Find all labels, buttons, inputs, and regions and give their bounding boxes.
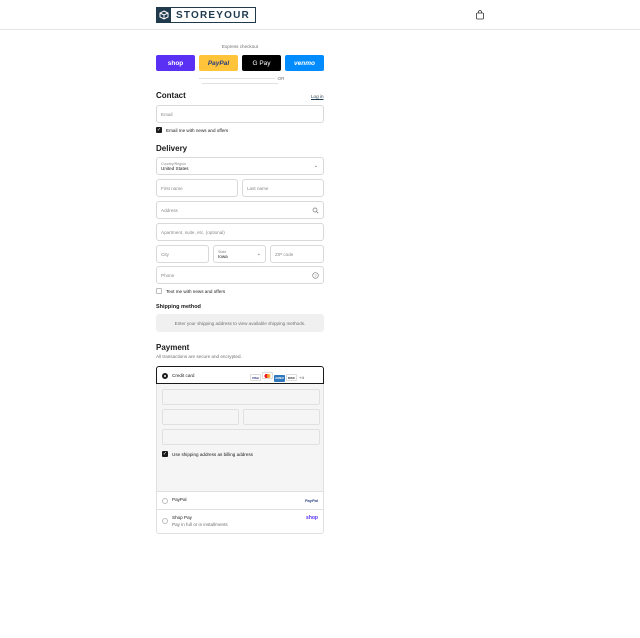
- chevron-down-icon: ⌄: [256, 251, 261, 257]
- credit-card-option[interactable]: Credit card VISA AMEX DISC +4: [156, 366, 324, 384]
- paypal-option[interactable]: PayPal PayPal: [156, 492, 324, 510]
- phone-field[interactable]: Phone ?: [156, 266, 324, 284]
- shoppay-option-label: Shop Pay: [172, 515, 192, 520]
- contact-heading: Contact: [156, 91, 186, 100]
- zip-field[interactable]: ZIP code: [270, 245, 324, 263]
- shoppay-option[interactable]: Shop Pay Pay in full or in installments …: [156, 510, 324, 534]
- svg-text:?: ?: [314, 273, 317, 278]
- delivery-heading: Delivery: [156, 144, 188, 153]
- text-checkbox-row[interactable]: Text me with news and offers: [156, 288, 225, 294]
- last-name-field[interactable]: Last name: [242, 179, 324, 197]
- shoppay-logo: shop: [306, 515, 318, 521]
- shipping-method-heading: Shipping method: [156, 304, 201, 310]
- card-form-panel: ✓ Use shipping address as billing addres…: [156, 384, 324, 492]
- brand-name: STOREYOUR: [176, 9, 250, 21]
- email-field[interactable]: Email: [156, 105, 324, 123]
- card-name-field[interactable]: [162, 429, 320, 445]
- or-divider: OR: [156, 76, 324, 86]
- state-select[interactable]: State Iowa ⌄: [213, 245, 266, 263]
- news-label: Email me with news and offers: [166, 127, 229, 133]
- credit-card-label: Credit card: [172, 373, 195, 378]
- shoppay-radio[interactable]: [162, 518, 168, 524]
- first-name-field[interactable]: First name: [156, 179, 238, 197]
- logo-cube-icon: [157, 8, 171, 22]
- billing-checkbox[interactable]: ✓: [162, 451, 168, 457]
- login-link[interactable]: Log in: [311, 94, 324, 99]
- text-checkbox[interactable]: [156, 288, 162, 294]
- venmo-button[interactable]: venmo: [285, 55, 324, 71]
- payment-subtitle: All transactions are secure and encrypte…: [156, 354, 242, 359]
- news-checkbox-row[interactable]: ✓ Email me with news and offers: [156, 127, 228, 133]
- news-checkbox[interactable]: ✓: [156, 127, 162, 133]
- billing-label: Use shipping address as billing address: [172, 451, 253, 457]
- shop-pay-button[interactable]: shop: [156, 55, 195, 71]
- paypal-button[interactable]: PayPal: [199, 55, 238, 71]
- credit-card-radio[interactable]: [162, 373, 168, 379]
- address-field[interactable]: Address: [156, 201, 324, 219]
- help-icon[interactable]: ?: [312, 272, 319, 280]
- google-pay-button[interactable]: G Pay: [242, 55, 281, 71]
- header: STOREYOUR: [0, 0, 640, 30]
- billing-checkbox-row[interactable]: ✓ Use shipping address as billing addres…: [162, 451, 253, 457]
- paypal-radio[interactable]: [162, 498, 168, 504]
- store-logo[interactable]: STOREYOUR: [156, 7, 256, 23]
- paypal-option-label: PayPal: [172, 497, 187, 502]
- card-cvv-field[interactable]: [243, 409, 320, 425]
- card-brand-icons: VISA AMEX DISC +4: [249, 372, 304, 382]
- payment-heading: Payment: [156, 343, 190, 352]
- paypal-logo: PayPal: [304, 498, 318, 503]
- express-checkout-label: Express checkout: [221, 44, 259, 49]
- checkout-form: Express checkout shop PayPal G Pay venmo…: [0, 31, 336, 611]
- shopping-bag-icon[interactable]: [474, 9, 486, 21]
- country-select[interactable]: Country/Region United States ⌄: [156, 157, 324, 175]
- amex-icon: AMEX: [274, 375, 285, 382]
- visa-icon: VISA: [250, 374, 261, 381]
- shoppay-subtitle: Pay in full or in installments: [172, 522, 228, 527]
- city-field[interactable]: City: [156, 245, 209, 263]
- apartment-field[interactable]: Apartment, suite, etc. (optional): [156, 223, 324, 241]
- discover-icon: DISC: [286, 374, 297, 381]
- card-number-field[interactable]: [162, 389, 320, 405]
- search-icon: [312, 207, 319, 215]
- chevron-down-icon: ⌄: [313, 163, 318, 169]
- mastercard-icon: [262, 372, 273, 379]
- text-label: Text me with news and offers: [166, 288, 226, 294]
- shipping-notice: Enter your shipping address to view avai…: [156, 314, 324, 332]
- card-expiry-field[interactable]: [162, 409, 239, 425]
